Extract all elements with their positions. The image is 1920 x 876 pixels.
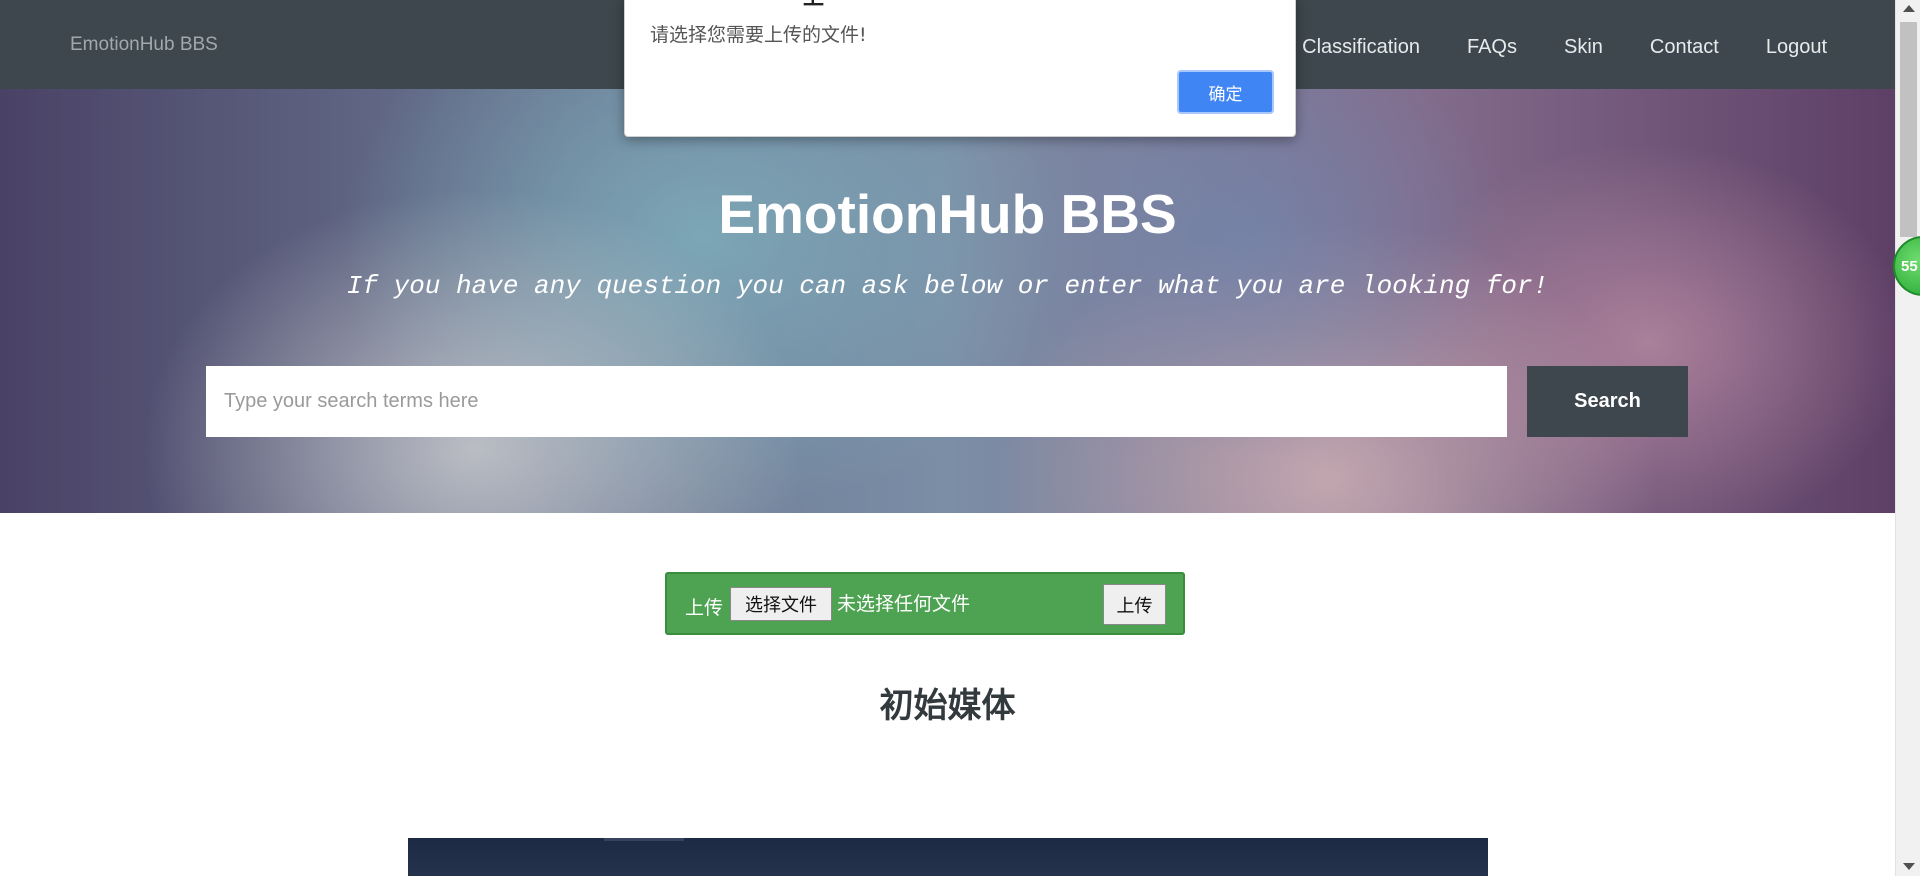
nav-links: n Classification FAQs Skin Contact Logou… [1285, 36, 1827, 59]
upload-label: 上传 [685, 597, 724, 619]
scroll-up-arrow-icon[interactable] [1903, 5, 1915, 12]
scroll-thumb[interactable] [1900, 22, 1917, 237]
brand-logo-text[interactable]: EmotionHub BBS [70, 34, 218, 56]
media-image-detail [604, 838, 684, 841]
search-button[interactable]: Search [1527, 366, 1688, 437]
media-image-preview [408, 838, 1488, 876]
initial-media-heading: 初始媒体 [879, 686, 1016, 726]
nav-link-contact[interactable]: Contact [1650, 36, 1719, 59]
hero-title: EmotionHub BBS [718, 183, 1177, 245]
upload-submit-button[interactable]: 上传 [1103, 584, 1166, 625]
upload-form: 上传 选择文件 未选择任何文件 上传 [665, 572, 1185, 635]
alert-dialog: 上 请选择您需要上传的文件! 确定 [624, 0, 1296, 137]
search-input[interactable] [206, 366, 1507, 437]
file-status-text: 未选择任何文件 [837, 593, 971, 615]
nav-link-logout[interactable]: Logout [1766, 36, 1827, 59]
scroll-down-arrow-icon[interactable] [1903, 863, 1915, 870]
floating-badge-value: 55 [1901, 258, 1918, 275]
nav-link-skin[interactable]: Skin [1564, 36, 1603, 59]
alert-message: 请选择您需要上传的文件! [650, 24, 867, 46]
hero-subtitle: If you have any question you can ask bel… [346, 271, 1549, 301]
nav-link-faqs[interactable]: FAQs [1467, 36, 1517, 59]
choose-file-button[interactable]: 选择文件 [730, 587, 832, 621]
nav-link-classification[interactable]: n Classification [1285, 36, 1420, 59]
alert-title: 上 [803, 0, 824, 11]
alert-ok-button[interactable]: 确定 [1177, 70, 1274, 114]
hero-banner: EmotionHub BBS If you have any question … [0, 89, 1895, 513]
page-scrollbar[interactable] [1895, 0, 1920, 876]
